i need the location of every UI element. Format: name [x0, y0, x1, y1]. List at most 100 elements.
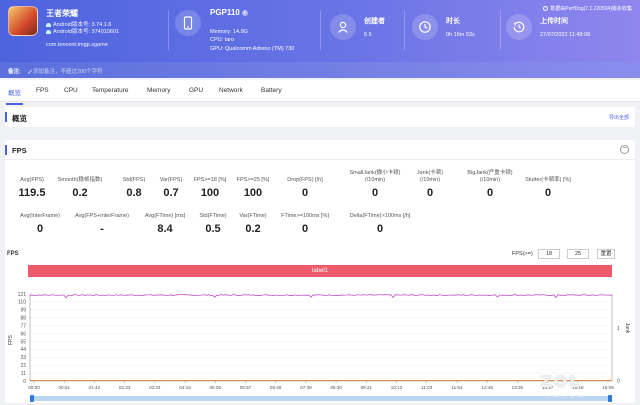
overview-panel: 概览 导出全部 — [5, 107, 635, 127]
package-name: com.tencent.tmgp.sgame — [46, 42, 108, 48]
tab-battery[interactable]: Battery — [261, 87, 282, 94]
scroll-handle-right[interactable] — [608, 395, 612, 402]
label-band[interactable]: label1 — [28, 265, 612, 277]
divider — [168, 10, 169, 50]
tab-memory[interactable]: Memory — [147, 87, 170, 94]
x-tick-label: 05:06 — [210, 385, 222, 390]
x-tick-label: 08:30 — [330, 385, 342, 390]
metric-value: 0 — [426, 187, 434, 199]
y-tick-label: 0 — [23, 379, 26, 385]
x-tick-label: 10:12 — [391, 385, 403, 390]
reset-button[interactable]: 重置 — [597, 249, 615, 259]
duration-value: 0h 16m 53s — [446, 32, 475, 38]
version-info: 数据由PerfDog(7.1.220504)版本收集 — [543, 5, 632, 12]
duration-stat: 时长 0h 16m 53s — [412, 10, 497, 50]
y-tick-label: 33 — [20, 355, 26, 361]
game-icon — [8, 6, 38, 36]
info-icon[interactable]: i — [241, 9, 248, 16]
x-tick-label: 12:45 — [481, 385, 493, 390]
y-tick-label: 66 — [20, 331, 26, 337]
android-icon — [46, 29, 51, 34]
device-gpu: GPU: Qualcomm Adreno (TM) 730 — [210, 46, 295, 52]
x-tick-label: 04:15 — [179, 385, 191, 390]
x-tick-label: 11:54 — [451, 385, 463, 390]
metric-value: - — [100, 223, 104, 235]
zol-watermark-sub: 中关村在线 — [546, 393, 587, 399]
x-tick-label: 09:21 — [361, 385, 373, 390]
metric-label: SmallJank(微小卡顿) (/10min) — [349, 170, 401, 183]
metric-value: 0 — [486, 187, 494, 199]
x-tick-label: 11:03 — [421, 385, 433, 390]
creator-label: 创建者 — [364, 18, 385, 25]
fps-series-line — [29, 294, 613, 299]
tab-fps[interactable]: FPS — [36, 87, 49, 94]
metric-value: 0 — [36, 223, 44, 235]
creator-value: 5 5 — [364, 32, 372, 38]
fps-threshold-input-1[interactable]: 18 — [538, 249, 560, 259]
app-info: 王者荣耀 Android版本号: 3.74.1.6 Android版本号: 37… — [8, 6, 168, 56]
metric-label: Stutter(卡顿率) [%] — [525, 177, 571, 183]
metric-label: Avg(InterFrame) — [20, 213, 60, 219]
metric-label: FPS>=25 [%] — [236, 177, 270, 183]
y-tick-label: 44 — [20, 347, 26, 353]
y-right-tick-label: 0 — [617, 379, 620, 385]
history-icon — [506, 14, 532, 40]
tab-gpu[interactable]: GPU — [189, 87, 203, 94]
section-accent — [5, 112, 7, 122]
device-name: PGP110 i — [210, 8, 248, 17]
device-cpu: CPU: taro — [210, 37, 235, 43]
x-tick-label: 01:42 — [89, 385, 101, 390]
x-tick-label: 02:33 — [119, 385, 131, 390]
edit-icon — [24, 66, 33, 75]
y-tick-label: 11 — [21, 371, 26, 377]
timeline-scrollbar[interactable] — [30, 395, 612, 402]
fps-metric: Avg(FPS+InterFrame) - — [70, 213, 134, 235]
metric-value: 0 — [371, 187, 379, 199]
collapse-button[interactable]: − — [620, 145, 629, 154]
device-info: PGP110 i Memory: 14.9G CPU: taro GPU: Qua… — [175, 6, 315, 56]
x-tick-label: 05:57 — [240, 385, 252, 390]
metric-value: 0 — [301, 223, 309, 235]
fps-metric: FTime>=100ms [%] 0 — [273, 213, 337, 235]
metric-label: Smooth(稳帧指数) — [57, 177, 103, 183]
metric-label: Jank(卡顿) (/10min) — [416, 170, 444, 183]
scroll-handle-left[interactable] — [30, 395, 34, 402]
divider — [320, 10, 321, 50]
android-icon — [46, 22, 51, 27]
metric-label: BigJank(严重卡顿) (/10min) — [467, 170, 513, 183]
tab-overview[interactable]: 概览 — [6, 87, 23, 105]
tab-cpu[interactable]: CPU — [64, 87, 78, 94]
y-tick-label: 77 — [20, 323, 26, 329]
fps-metric: Avg(InterFrame) 0 — [8, 213, 72, 235]
y-right-tick-label: 1 — [617, 326, 620, 332]
section-accent — [5, 145, 7, 155]
zol-watermark: ZOL — [540, 372, 582, 391]
fps-metric: Delta(FTime)>100ms [/h] 0 — [348, 213, 412, 235]
metric-value: 0.2 — [72, 187, 88, 199]
metric-label: Drop(FPS) [/h] — [287, 177, 323, 183]
fps-threshold-label: FPS(>=) — [512, 251, 533, 257]
y-tick-label: 22 — [20, 363, 26, 369]
fps-metric: Jank(卡顿) (/10min) 0 — [400, 170, 460, 199]
creator-stat: 创建者 5 5 — [330, 10, 420, 50]
y-tick-label: 88 — [20, 316, 26, 322]
export-all-link[interactable]: 导出全部 — [609, 114, 629, 121]
x-tick-label: 06:48 — [270, 385, 282, 390]
fps-threshold-input-2[interactable]: 25 — [567, 249, 589, 259]
metric-label: Avg(FPS+InterFrame) — [75, 213, 129, 219]
metric-label: FTime>=100ms [%] — [281, 213, 329, 219]
metric-value: 0 — [544, 187, 552, 199]
divider — [404, 10, 405, 50]
tab-network[interactable]: Network — [219, 87, 243, 94]
tab-temperature[interactable]: Temperature — [92, 87, 129, 94]
x-tick-label: 00:00 — [28, 385, 40, 390]
phone-icon — [175, 10, 201, 36]
x-tick-label: 00:51 — [58, 385, 70, 390]
notes-input[interactable]: 添加备注，不超过200个字符 — [24, 66, 103, 75]
fps-metric: Smooth(稳帧指数) 0.2 — [50, 170, 110, 199]
y-axis-right-label: Jank — [624, 323, 630, 334]
tab-bar: 概览 FPS CPU Temperature Memory GPU Networ… — [0, 80, 640, 105]
notes-bar: 备注: 添加备注，不超过200个字符 — [0, 62, 640, 78]
y-tick-label: 99 — [20, 308, 26, 314]
y-axis-label: FPS — [8, 334, 14, 344]
